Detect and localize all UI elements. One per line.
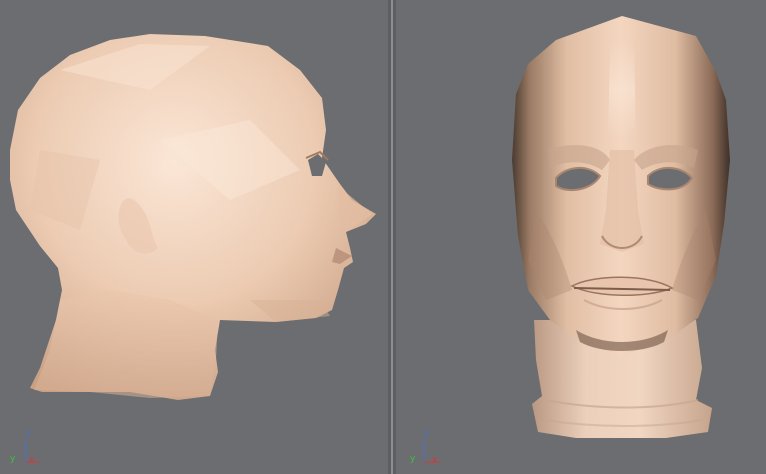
axis-label-y: y: [410, 454, 416, 464]
axis-label-y: y: [10, 454, 16, 464]
axis-label-z: z: [26, 429, 31, 439]
axis-label-x: x: [432, 455, 438, 465]
viewport-side[interactable]: z y x: [0, 0, 388, 474]
axis-gizmo-side: z y x: [10, 428, 50, 468]
axis-label-z: z: [424, 429, 429, 439]
viewport-front[interactable]: z y x: [396, 0, 766, 474]
head-front-model: [512, 16, 730, 438]
head-side-model: [10, 34, 376, 400]
axis-gizmo-front: z y x: [410, 428, 450, 468]
axis-label-x: x: [29, 455, 35, 465]
